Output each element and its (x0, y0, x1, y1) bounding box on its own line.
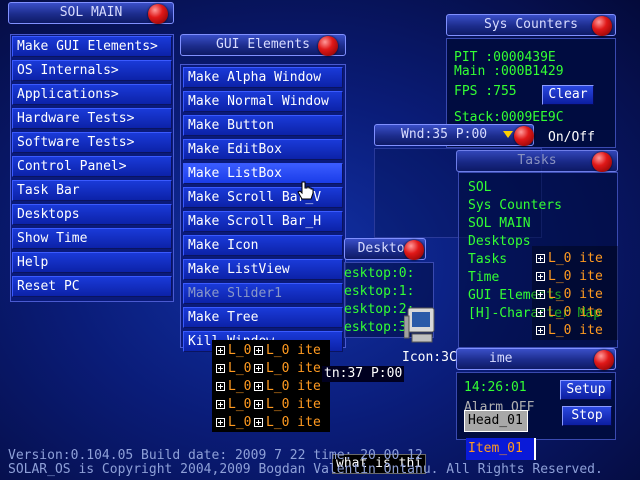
sol-main-title: SOL MAIN (59, 5, 123, 20)
time-titlebar[interactable]: ime (456, 348, 616, 370)
tree-row-label: L_0 ite (548, 251, 603, 266)
computer-icon[interactable] (403, 306, 438, 344)
clear-button[interactable]: Clear (542, 85, 594, 105)
gui-elements-item[interactable]: Make Slider1 (183, 283, 343, 304)
expand-icon[interactable] (254, 382, 263, 391)
task-item[interactable]: Desktops (468, 234, 531, 250)
sol-main-item[interactable]: Show Time (12, 228, 172, 249)
listview-head-label: Head_01 (468, 413, 523, 428)
setup-button[interactable]: Setup (560, 380, 612, 400)
gui-elements-item[interactable]: Make Normal Window (183, 91, 343, 112)
tree-row-label: L_0 ite (266, 361, 321, 376)
expand-icon[interactable] (254, 418, 263, 427)
gui-elements-item[interactable]: Make ListView (183, 259, 343, 280)
wnd-titlebar[interactable]: Wnd:35 P:00 (374, 124, 534, 146)
expand-icon[interactable] (216, 346, 225, 355)
expand-icon[interactable] (216, 364, 225, 373)
sol-main-item[interactable]: OS Internals> (12, 60, 172, 81)
task-item[interactable]: Sys Counters (468, 198, 562, 214)
desktop-close-icon[interactable] (404, 240, 424, 260)
tree-row[interactable]: L_0 ite (536, 304, 603, 322)
wnd-close-icon[interactable] (514, 126, 534, 146)
expand-icon[interactable] (254, 400, 263, 409)
stop-button[interactable]: Stop (562, 406, 612, 426)
tree-row[interactable]: L_0 ite (254, 396, 321, 414)
tree-row[interactable]: L_0 ite (536, 286, 603, 304)
listview-item[interactable]: Item_01 (466, 438, 536, 460)
tree-row[interactable]: L_0 ite (254, 378, 321, 396)
expand-icon[interactable] (216, 382, 225, 391)
tree-row-label: L_0 ite (548, 323, 603, 338)
desktop-item[interactable]: esktop:1: (344, 284, 414, 300)
tree-row-label: L_0 ite (548, 269, 603, 284)
gui-elements-item[interactable]: Make EditBox (183, 139, 343, 160)
copyright-line: SOLAR_OS is Copyright 2004,2009 Bogdan V… (8, 462, 603, 477)
task-item[interactable]: SOL MAIN (468, 216, 531, 232)
tasks-title: Tasks (517, 153, 557, 168)
onoff-toggle[interactable]: On/Off (548, 130, 595, 146)
tree-row-label: L_0 ite (548, 305, 603, 320)
gui-elements-title: GUI Elements (216, 37, 310, 52)
tree-row[interactable]: L_0 ite (536, 322, 603, 340)
gui-elements-item[interactable]: Make ListBox (183, 163, 343, 184)
expand-icon[interactable] (254, 364, 263, 373)
gui-elements-item[interactable]: Make Tree (183, 307, 343, 328)
time-title: ime (489, 351, 513, 366)
hand-cursor-icon (296, 180, 316, 208)
tree-row[interactable]: L_0 ite (254, 342, 321, 360)
clock-display: 14:26:01 (464, 380, 527, 395)
expand-icon[interactable] (536, 254, 545, 263)
tree-row[interactable]: L_0 ite (536, 250, 603, 268)
expand-icon[interactable] (536, 272, 545, 281)
time-close-icon[interactable] (594, 350, 614, 370)
tree-row-label: L_0 ite (266, 397, 321, 412)
tree-row-label: L_0 ite (266, 343, 321, 358)
task-item[interactable]: Tasks (468, 252, 507, 268)
fps-counter: FPS :755 (454, 84, 517, 99)
tree-row-label: L_0 ite (266, 379, 321, 394)
expand-icon[interactable] (216, 418, 225, 427)
expand-icon[interactable] (536, 290, 545, 299)
tree-row-label: L_0 ite (548, 287, 603, 302)
main-counter: Main :000B1429 (454, 64, 564, 79)
expand-icon[interactable] (216, 400, 225, 409)
sys-counters-close-icon[interactable] (592, 16, 612, 36)
tree-row[interactable]: L_0 ite (536, 268, 603, 286)
sol-main-close-icon[interactable] (148, 4, 168, 24)
sol-main-item[interactable]: Desktops (12, 204, 172, 225)
expand-icon[interactable] (254, 346, 263, 355)
sol-main-item[interactable]: Hardware Tests> (12, 108, 172, 129)
sol-main-item[interactable]: Applications> (12, 84, 172, 105)
task-item[interactable]: SOL (468, 180, 491, 196)
btn-label-bar[interactable]: tn:37 P:00 (322, 366, 405, 382)
gui-elements-item[interactable]: Make Scroll Bar_H (183, 211, 343, 232)
tasks-close-icon[interactable] (592, 152, 612, 172)
sol-main-item[interactable]: Software Tests> (12, 132, 172, 153)
gui-elements-item[interactable]: Make Scroll Bar_V (183, 187, 343, 208)
listview-item-label: Item_01 (468, 441, 523, 456)
gui-elements-item[interactable]: Make Icon (183, 235, 343, 256)
sol-main-item[interactable]: Control Panel> (12, 156, 172, 177)
sol-main-item[interactable]: Help (12, 252, 172, 273)
desktop-item[interactable]: esktop:0: (344, 266, 414, 282)
tree-row-label: L_0 ite (266, 415, 321, 430)
tree-row[interactable]: L_0 ite (254, 414, 321, 432)
sol-main-item[interactable]: Make GUI Elements> (12, 36, 172, 57)
gui-elements-item[interactable]: Make Alpha Window (183, 67, 343, 88)
listview-head[interactable]: Head_01 (464, 410, 528, 432)
sys-counters-title: Sys Counters (484, 17, 578, 32)
tree-row[interactable]: L_0 ite (254, 360, 321, 378)
gui-elements-item[interactable]: Make Button (183, 115, 343, 136)
sol-main-item[interactable]: Task Bar (12, 180, 172, 201)
task-item[interactable]: Time (468, 270, 499, 286)
expand-icon[interactable] (536, 308, 545, 317)
expand-icon[interactable] (536, 326, 545, 335)
dropdown-arrow-icon[interactable] (502, 131, 513, 138)
sys-counters-titlebar[interactable]: Sys Counters (446, 14, 616, 36)
gui-elements-close-icon[interactable] (318, 36, 338, 56)
sol-main-item[interactable]: Reset PC (12, 276, 172, 297)
wnd-label: Wnd:35 P:00 (401, 127, 488, 142)
